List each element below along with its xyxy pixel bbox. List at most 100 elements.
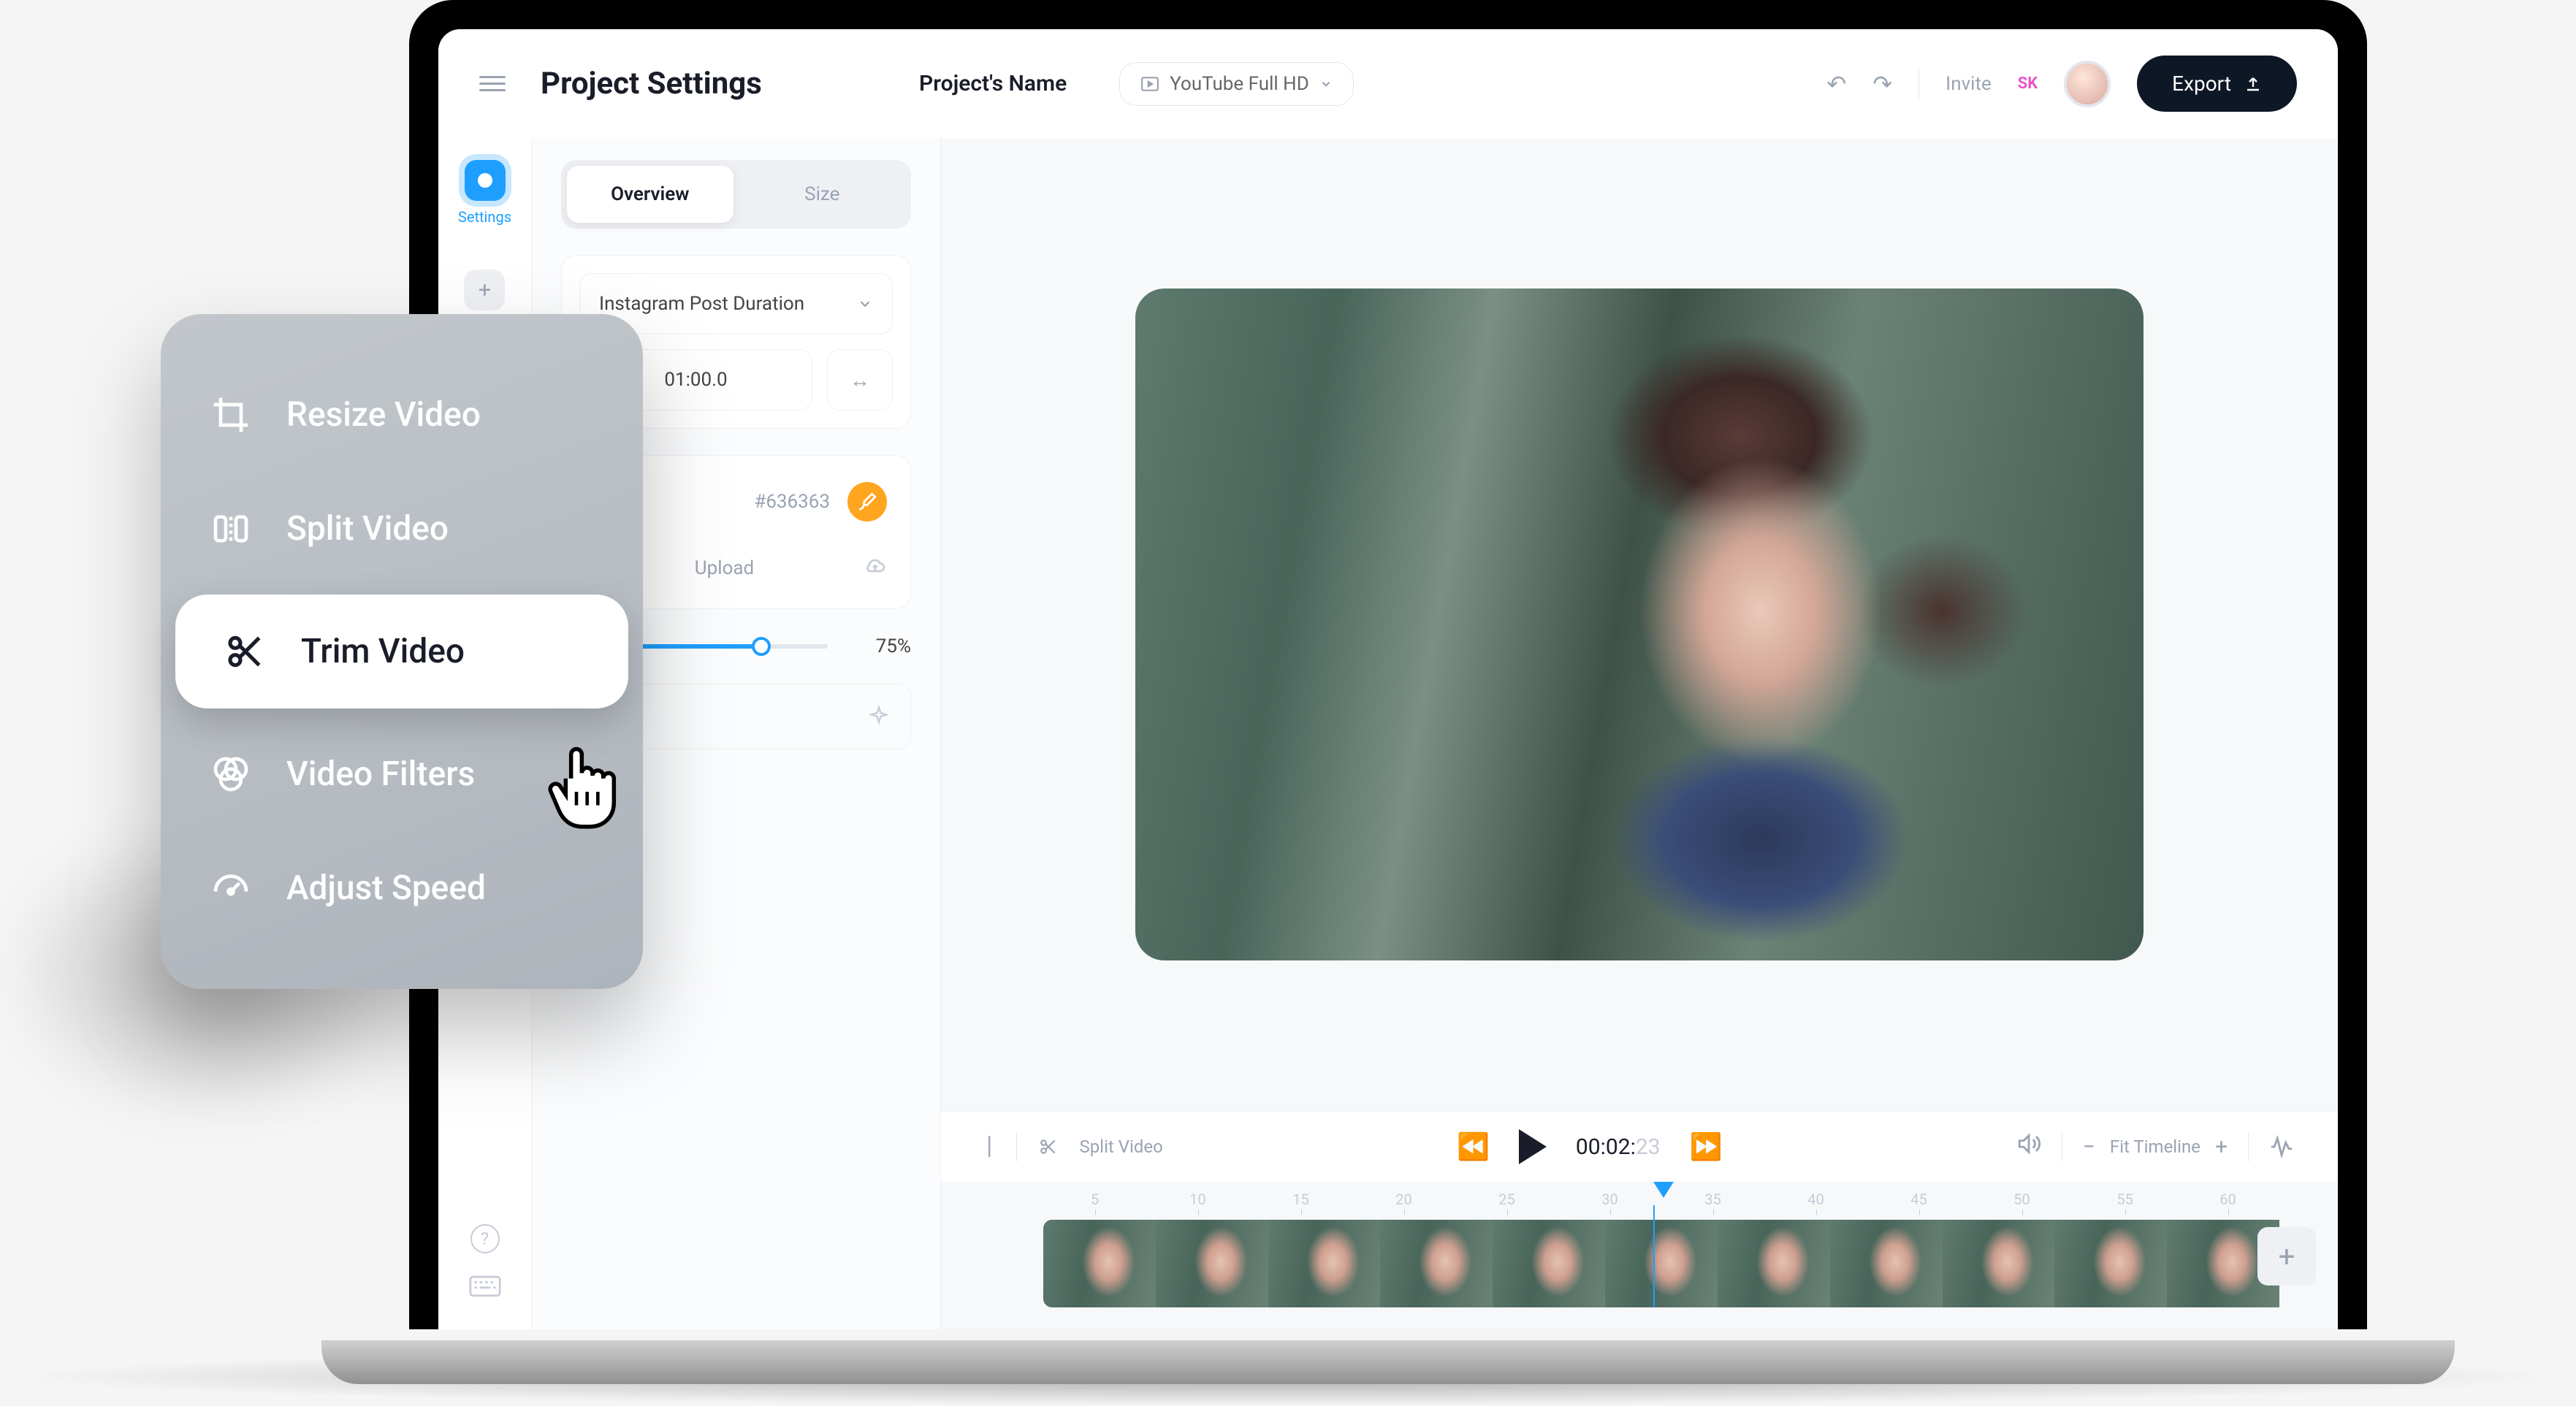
play-button[interactable] bbox=[1519, 1129, 1547, 1164]
export-label: Export bbox=[2172, 72, 2231, 96]
overlay-item-label: Video Filters bbox=[286, 754, 475, 794]
redo-icon[interactable]: ↷ bbox=[1872, 70, 1892, 98]
clip-thumb[interactable] bbox=[1493, 1220, 1605, 1307]
upload-label[interactable]: Upload bbox=[695, 557, 754, 579]
zoom-in-button[interactable]: + bbox=[2215, 1134, 2228, 1160]
clip-thumb[interactable] bbox=[1043, 1220, 1156, 1307]
clip-thumb[interactable] bbox=[2054, 1220, 2167, 1307]
chevron-down-icon bbox=[857, 296, 873, 312]
timecode-main: 00:02: bbox=[1576, 1134, 1636, 1160]
clip-thumb[interactable] bbox=[1718, 1220, 1830, 1307]
nav-settings[interactable]: Settings bbox=[458, 160, 511, 226]
canvas-area: ⎮ Split Video ⏪ 00:02:23 ⏩ bbox=[941, 138, 2338, 1329]
slider-thumb[interactable] bbox=[752, 637, 771, 656]
speed-icon bbox=[207, 865, 254, 912]
split-video-label[interactable]: Split Video bbox=[1080, 1136, 1163, 1157]
nav-settings-label: Settings bbox=[458, 208, 511, 226]
resize-horizontal-icon[interactable]: ↔ bbox=[827, 349, 893, 410]
ruler-tick: 55 bbox=[2073, 1191, 2176, 1208]
upload-icon bbox=[2244, 75, 2262, 93]
app-screen: Project Settings Project's Name YouTube … bbox=[438, 29, 2338, 1329]
export-button[interactable]: Export bbox=[2137, 56, 2297, 112]
eyedropper-button[interactable] bbox=[847, 482, 887, 521]
tools-overlay: Resize Video Split Video Trim Video Vide… bbox=[161, 314, 643, 989]
help-icon[interactable]: ? bbox=[470, 1224, 500, 1253]
duration-preset-label: Instagram Post Duration bbox=[599, 293, 804, 315]
preset-label: YouTube Full HD bbox=[1170, 73, 1309, 95]
filters-icon bbox=[207, 751, 254, 798]
ruler-tick: 20 bbox=[1352, 1191, 1455, 1208]
clip-thumb[interactable] bbox=[1380, 1220, 1493, 1307]
volume-icon[interactable] bbox=[2016, 1131, 2041, 1162]
topbar: Project Settings Project's Name YouTube … bbox=[438, 29, 2338, 138]
divider bbox=[1918, 69, 1919, 99]
tab-size[interactable]: Size bbox=[739, 166, 906, 223]
video-preview[interactable] bbox=[1135, 289, 2144, 960]
clip-thumb[interactable] bbox=[1943, 1220, 2055, 1307]
waveform-icon[interactable] bbox=[2269, 1134, 2294, 1159]
undo-icon[interactable]: ↶ bbox=[1827, 70, 1847, 98]
ruler-tick: 30 bbox=[1558, 1191, 1661, 1208]
sparkle-icon bbox=[868, 706, 890, 727]
page-title: Project Settings bbox=[541, 66, 884, 102]
laptop-base bbox=[321, 1340, 2455, 1384]
ruler-tick: 10 bbox=[1146, 1191, 1249, 1208]
timecode-frames: 23 bbox=[1636, 1134, 1661, 1160]
fit-timeline-label[interactable]: Fit Timeline bbox=[2110, 1136, 2200, 1157]
plus-icon: + bbox=[464, 270, 505, 310]
overlay-item-label: Resize Video bbox=[286, 395, 481, 435]
scissors-icon[interactable] bbox=[1039, 1137, 1058, 1156]
crop-icon bbox=[207, 391, 254, 438]
ruler-tick: 40 bbox=[1764, 1191, 1867, 1208]
overlay-item-label: Adjust Speed bbox=[286, 868, 486, 908]
preset-dropdown[interactable]: YouTube Full HD bbox=[1119, 62, 1354, 106]
collaborator-badge[interactable]: SK bbox=[2018, 74, 2038, 93]
clip-thumb[interactable] bbox=[1605, 1220, 1718, 1307]
ruler-tick: 5 bbox=[1043, 1191, 1146, 1208]
split-icon bbox=[207, 505, 254, 552]
overlay-adjust-speed[interactable]: Adjust Speed bbox=[161, 831, 643, 945]
clip-thumb[interactable] bbox=[1830, 1220, 1943, 1307]
hamburger-menu-icon[interactable] bbox=[479, 71, 506, 97]
playhead-icon[interactable] bbox=[1653, 1182, 1674, 1198]
timeline-ruler[interactable]: 5 10 15 20 25 30 35 40 45 50 55 60 bbox=[941, 1182, 2338, 1212]
avatar[interactable] bbox=[2064, 61, 2111, 107]
slider-value: 75% bbox=[845, 635, 911, 657]
transport-divider-icon: ⎮ bbox=[985, 1136, 994, 1157]
timecode: 00:02:23 bbox=[1576, 1134, 1661, 1160]
divider bbox=[1016, 1132, 1017, 1161]
video-icon bbox=[1140, 74, 1159, 93]
ruler-tick: 45 bbox=[1867, 1191, 1970, 1208]
transport-bar: ⎮ Split Video ⏪ 00:02:23 ⏩ bbox=[941, 1111, 2338, 1182]
add-track-button[interactable]: + bbox=[2257, 1227, 2316, 1285]
scissors-icon bbox=[222, 628, 269, 675]
overlay-trim-video[interactable]: Trim Video bbox=[175, 595, 628, 708]
zoom-out-button[interactable]: − bbox=[2083, 1134, 2095, 1160]
tab-overview[interactable]: Overview bbox=[567, 166, 733, 223]
invite-button[interactable]: Invite bbox=[1946, 73, 1992, 95]
ruler-tick: 50 bbox=[1970, 1191, 2073, 1208]
settings-target-icon bbox=[465, 160, 506, 201]
laptop-frame: Project Settings Project's Name YouTube … bbox=[409, 0, 2367, 1329]
clip-thumb[interactable] bbox=[1268, 1220, 1381, 1307]
ruler-tick: 15 bbox=[1249, 1191, 1352, 1208]
overlay-item-label: Trim Video bbox=[301, 632, 465, 671]
eyedropper-icon bbox=[858, 492, 877, 511]
clip-thumb[interactable] bbox=[1156, 1220, 1268, 1307]
ruler-tick: 25 bbox=[1455, 1191, 1558, 1208]
preview-wrap bbox=[941, 138, 2338, 1111]
cursor-hand-icon bbox=[544, 738, 625, 833]
settings-tabs: Overview Size bbox=[561, 160, 911, 229]
chevron-down-icon bbox=[1319, 77, 1333, 91]
overlay-split-video[interactable]: Split Video bbox=[161, 472, 643, 586]
project-name[interactable]: Project's Name bbox=[919, 71, 1067, 96]
keyboard-icon[interactable] bbox=[469, 1275, 501, 1300]
rewind-button[interactable]: ⏪ bbox=[1457, 1131, 1490, 1162]
cloud-upload-icon[interactable] bbox=[864, 554, 887, 582]
timeline-track[interactable]: + bbox=[941, 1212, 2338, 1329]
overlay-resize-video[interactable]: Resize Video bbox=[161, 358, 643, 472]
fast-forward-button[interactable]: ⏩ bbox=[1690, 1131, 1723, 1162]
divider bbox=[2248, 1132, 2249, 1161]
ruler-tick: 35 bbox=[1661, 1191, 1764, 1208]
playhead-line[interactable] bbox=[1653, 1205, 1655, 1307]
